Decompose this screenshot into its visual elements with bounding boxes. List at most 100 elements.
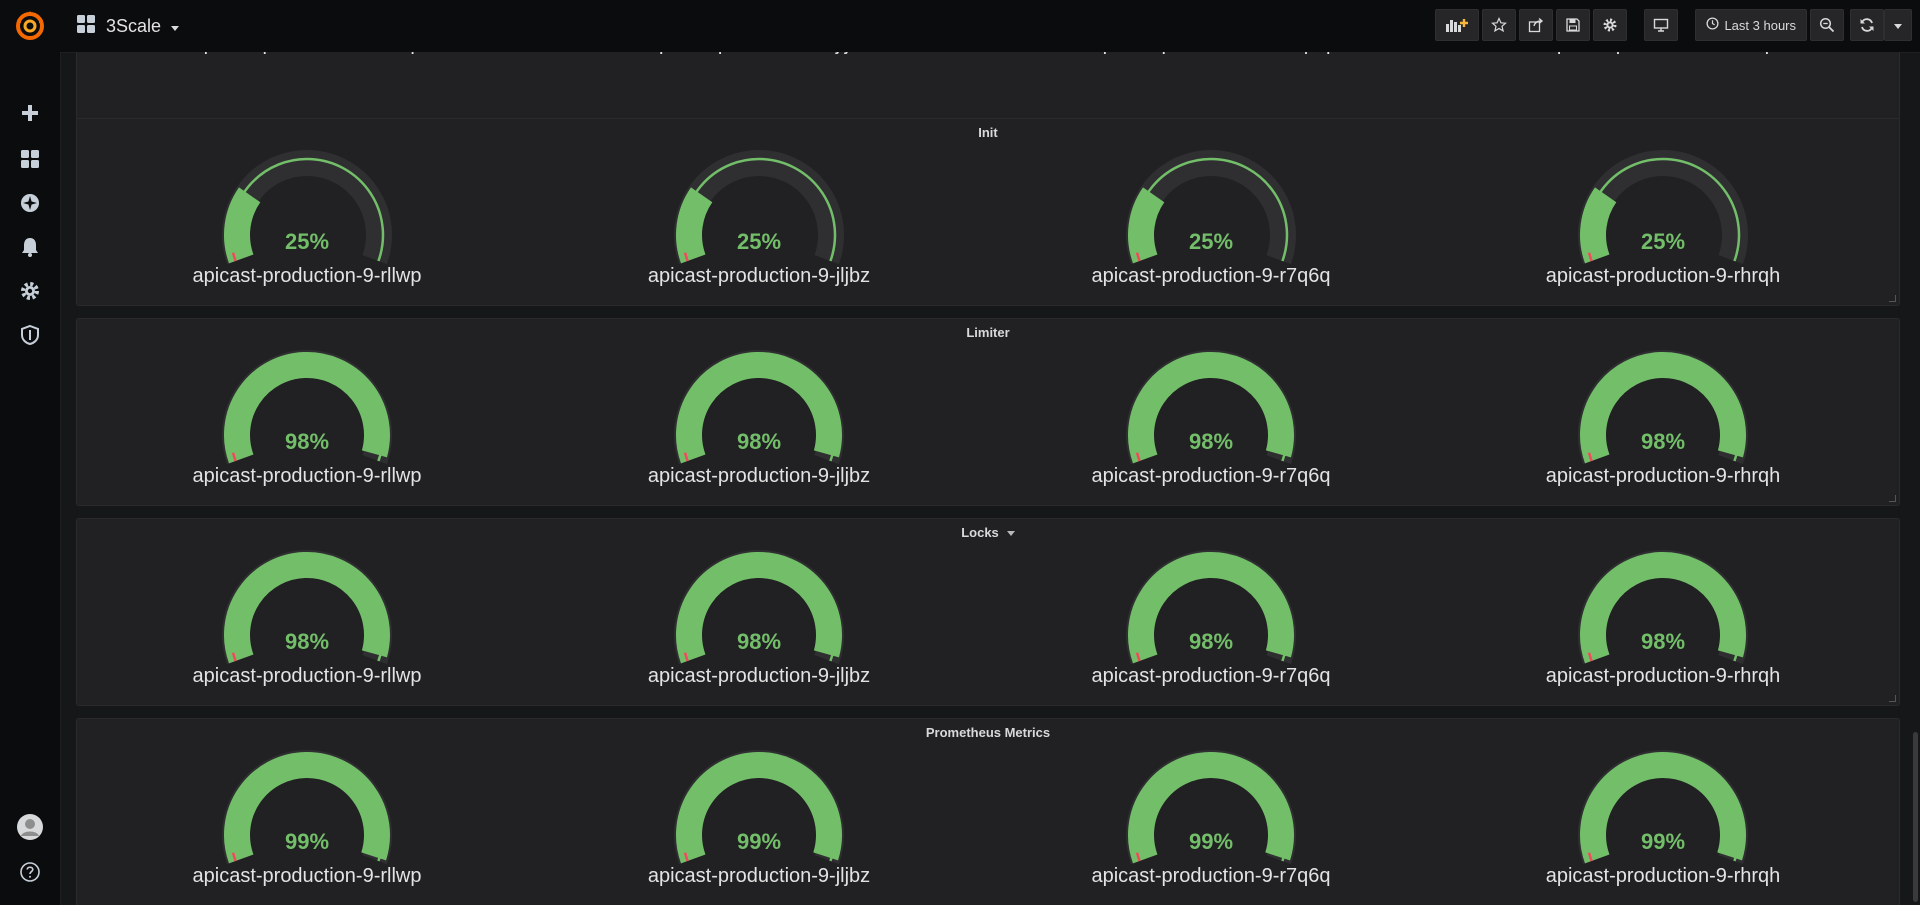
side-menu [0,0,61,905]
gauge: apicast-production-9-jljbz [599,52,919,77]
gauge: apicast-production-9-rhrqh [1503,52,1823,77]
gauge-instance-label: apicast-production-9-r7q6q [1091,465,1331,487]
gauge-value: 25% [1188,229,1234,254]
panel-title[interactable]: Init [77,125,1899,140]
gauge: apicast-production-9-r7q6q [1051,52,1371,77]
gauge-instance-label: apicast-production-9-rllwp [192,665,422,687]
zoom-out-button[interactable] [1810,9,1844,41]
dashboard-title[interactable]: 3Scale [106,16,161,37]
gauge-instance-label: apicast-production-9-r7q6q [1091,665,1331,687]
time-range-label: Last 3 hours [1724,17,1796,33]
gauge-instance-label: apicast-production-9-rhrqh [1545,665,1781,687]
add-panel-button[interactable] [1435,9,1480,41]
gauge-instance-label: apicast-production-9-r7q6q [1091,865,1331,887]
chevron-down-icon [1894,23,1902,29]
refresh-button[interactable] [1850,9,1884,41]
gauge-value: 25% [736,229,782,254]
gauge-value: 25% [1640,229,1686,254]
panel-title-text: Prometheus Metrics [925,725,1051,740]
time-picker-button[interactable]: Last 3 hours [1695,9,1807,41]
gauge-value: 98% [1640,429,1686,454]
gauge-instance-label: apicast-production-9-rllwp [147,52,467,56]
gauge-value: 99% [284,829,330,854]
clock-icon [1706,17,1719,33]
configuration-icon[interactable] [15,276,45,306]
gauge-instance-label: apicast-production-9-rllwp [192,865,422,887]
grafana-logo-icon[interactable] [12,8,48,44]
gauge: 98% apicast-production-9-jljbz [599,350,919,509]
panel-resize-handle[interactable] [1889,295,1896,302]
gauge: apicast-production-9-rllwp [147,52,467,77]
gauge-instance-label: apicast-production-9-jljbz [647,865,871,887]
gauge-instance-label: apicast-production-9-jljbz [647,265,871,287]
gauge-panel: Init 25% apicast-production-9-rllwp 25% apic… [76,118,1900,306]
gauge-value: 25% [284,229,330,254]
dashboards-grid-icon [76,14,96,39]
gauge-value: 98% [284,429,330,454]
alerting-icon[interactable] [15,232,45,262]
gauge: 98% apicast-production-9-r7q6q [1051,350,1371,509]
gauge: 98% apicast-production-9-rhrqh [1503,550,1823,709]
panel-title[interactable]: Locks [77,525,1899,540]
gauge: 25% apicast-production-9-r7q6q [1051,150,1371,309]
scrollbar[interactable] [1913,732,1918,902]
gauge-instance-label: apicast-production-9-rllwp [192,465,422,487]
gauge-value: 98% [1188,429,1234,454]
help-icon[interactable] [15,857,45,887]
share-dashboard-button[interactable] [1519,9,1554,41]
gauge-instance-label: apicast-production-9-rhrqh [1545,465,1781,487]
gauge-instance-label: apicast-production-9-rllwp [192,265,422,287]
gauge-instance-label: apicast-production-9-jljbz [647,665,871,687]
panel-title[interactable]: Prometheus Metrics [77,725,1899,740]
settings-gear-button[interactable] [1593,9,1628,41]
gauge-instance-label: apicast-production-9-jljbz [647,465,871,487]
top-navbar: 3Scale Last 3 hours [60,0,1920,53]
gauge-instance-label: apicast-production-9-r7q6q [1051,52,1371,56]
create-icon[interactable] [15,98,45,128]
gauge-value: 99% [1188,829,1234,854]
panel-title-text: Init [978,125,998,140]
gauge: 25% apicast-production-9-jljbz [599,150,919,309]
save-dashboard-button[interactable] [1556,9,1591,41]
panel-title[interactable]: Limiter [77,325,1899,340]
gauge-value: 98% [736,429,782,454]
dashboards-icon[interactable] [15,144,45,174]
explore-icon[interactable] [15,188,45,218]
gauge: 99% apicast-production-9-jljbz [599,750,919,905]
server-admin-icon[interactable] [15,320,45,350]
gauge-instance-label: apicast-production-9-rhrqh [1545,865,1781,887]
gauge-instance-label: apicast-production-9-jljbz [599,52,919,56]
gauge-value: 98% [284,629,330,654]
user-avatar[interactable] [15,812,45,842]
panel-title-text: Locks [961,525,999,540]
gauge-instance-label: apicast-production-9-rhrqh [1503,52,1823,56]
tv-mode-button[interactable] [1644,9,1679,41]
gauge-value: 98% [736,629,782,654]
gauge-value: 98% [1640,629,1686,654]
gauge: 98% apicast-production-9-rhrqh [1503,350,1823,509]
chevron-down-icon [171,25,180,31]
gauge: 98% apicast-production-9-rllwp [147,350,467,509]
gauge-panel: Locks 98% apicast-production-9-rllwp 98% api… [76,518,1900,706]
dashboard-picker[interactable]: 3Scale [76,12,180,40]
gauge: 98% apicast-production-9-r7q6q [1051,550,1371,709]
gauge: 99% apicast-production-9-rhrqh [1503,750,1823,905]
panel-title-text: Limiter [966,325,1010,340]
gauge: 98% apicast-production-9-rllwp [147,550,467,709]
gauge-instance-label: apicast-production-9-r7q6q [1091,265,1331,287]
refresh-interval-dropdown[interactable] [1884,9,1912,41]
gauge-panel: Limiter 98% apicast-production-9-rllwp 98% a… [76,318,1900,506]
panel-menu-caret-icon[interactable] [1006,531,1015,537]
gauge: 98% apicast-production-9-jljbz [599,550,919,709]
gauge-value: 98% [1188,629,1234,654]
panel-resize-handle[interactable] [1889,695,1896,702]
gauge-value: 99% [1640,829,1686,854]
gauge-value: 99% [736,829,782,854]
star-dashboard-button[interactable] [1482,9,1517,41]
gauge-instance-label: apicast-production-9-rhrqh [1545,265,1781,287]
dashboard-panels: apicast-production-9-rllwp apicast-produc… [76,52,1904,905]
gauge: 99% apicast-production-9-r7q6q [1051,750,1371,905]
gauge: 25% apicast-production-9-rhrqh [1503,150,1823,309]
panel-resize-handle[interactable] [1889,495,1896,502]
gauge: 99% apicast-production-9-rllwp [147,750,467,905]
